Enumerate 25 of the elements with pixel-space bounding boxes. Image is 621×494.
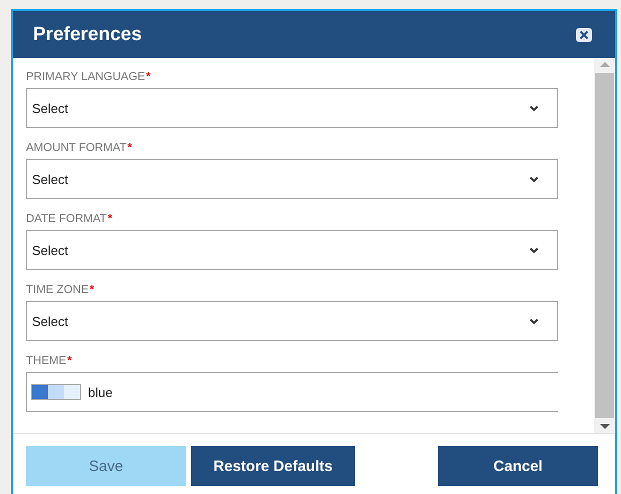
field-label: THEME (26, 355, 66, 367)
chevron-down-icon (529, 246, 539, 254)
required-mark: * (128, 142, 132, 154)
chevron-down-icon (529, 104, 539, 112)
select-dropdown[interactable]: Select (26, 88, 558, 128)
chevron-down-icon (529, 318, 539, 324)
dialog-title: Preferences (33, 24, 142, 46)
restore-defaults-button[interactable]: Restore Defaults (191, 446, 355, 486)
required-mark: * (108, 213, 112, 225)
close-icon[interactable] (575, 26, 593, 42)
chevron-down-icon (529, 176, 539, 182)
theme-select[interactable]: blue (26, 372, 558, 412)
select-dropdown[interactable]: Select (26, 159, 558, 199)
select-dropdown[interactable]: Select (26, 230, 558, 270)
field-label: TIME ZONE (26, 284, 89, 296)
required-mark: * (146, 71, 151, 83)
cancel-button[interactable]: Cancel (438, 446, 598, 486)
scrollbar[interactable] (594, 58, 615, 433)
required-mark: * (90, 284, 94, 296)
select-dropdown[interactable]: Select (26, 301, 558, 341)
theme-swatch-icon (31, 384, 81, 400)
required-mark: * (67, 355, 72, 367)
field-label: PRIMARY LANGUAGE (26, 71, 146, 83)
field-label: AMOUNT FORMAT (26, 142, 127, 154)
field-label: DATE FORMAT (26, 213, 107, 225)
